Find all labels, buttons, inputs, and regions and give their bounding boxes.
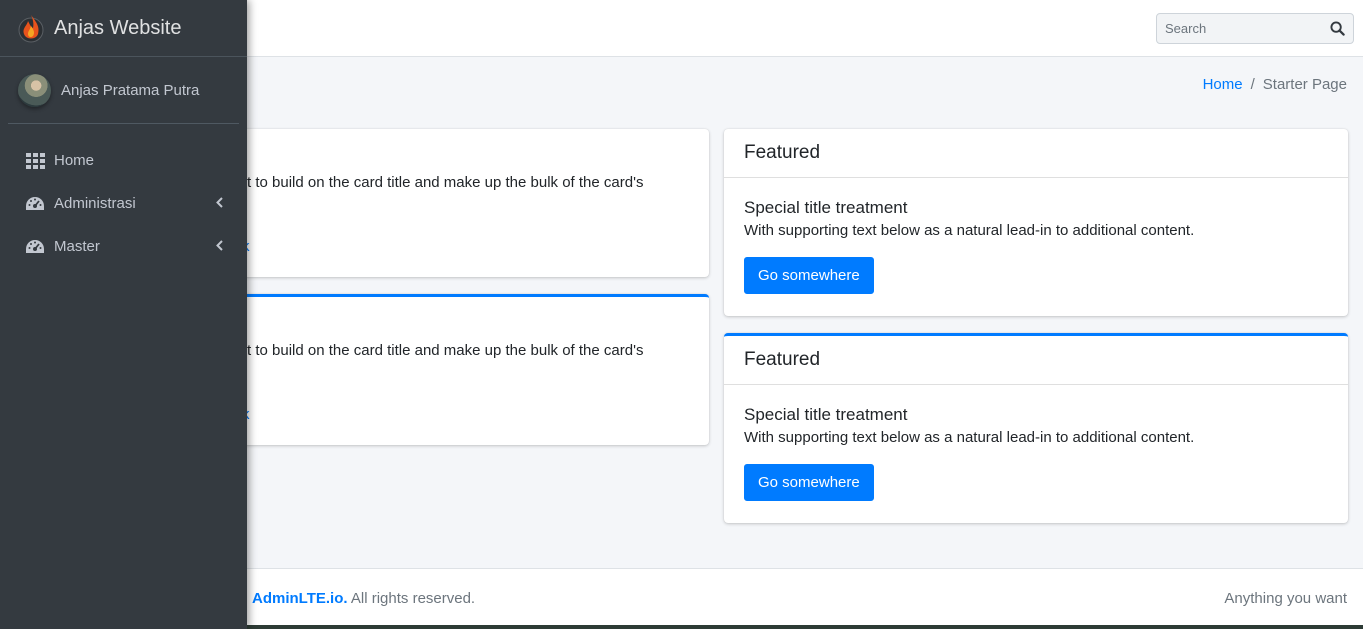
sidebar-item-label: Master — [54, 238, 100, 255]
breadcrumb-home-link[interactable]: Home — [1203, 76, 1243, 93]
chevron-left-icon — [216, 240, 223, 251]
footer-brand-link[interactable]: AdminLTE.io. — [252, 590, 348, 607]
featured-card-1-text: With supporting text below as a natural … — [744, 222, 1195, 239]
breadcrumb-current: Starter Page — [1262, 76, 1347, 93]
tachometer-icon — [25, 196, 45, 212]
footer-copyright: AdminLTE.io. All rights reserved. — [252, 590, 475, 607]
avatar — [18, 73, 51, 107]
footer-right-text: Anything you want — [1224, 590, 1347, 607]
flame-logo-icon — [18, 15, 44, 43]
featured-card-1: Featured Special title treatment With su… — [724, 129, 1348, 316]
featured-card-1-body: Special title treatment With supporting … — [724, 178, 1348, 314]
left-card-2-text: text to build on the card title and make… — [227, 342, 644, 359]
footer-rights-text: All rights reserved. — [347, 590, 476, 607]
brand-text: Anjas Website — [54, 16, 182, 39]
brand-link[interactable]: Anjas Website — [0, 0, 247, 57]
featured-card-2-body: Special title treatment With supporting … — [724, 385, 1348, 521]
sidebar-nav: Home Administrasi Master — [0, 139, 247, 268]
search-input[interactable] — [1157, 14, 1321, 43]
featured-card-2: Featured Special title treatment With su… — [724, 333, 1348, 523]
user-panel: Anjas Pratama Putra — [8, 57, 239, 124]
breadcrumb: Home / Starter Page — [1203, 76, 1347, 93]
featured-card-1-header: Featured — [724, 129, 1348, 178]
go-somewhere-button[interactable]: Go somewhere — [744, 257, 874, 294]
featured-card-2-header: Featured — [724, 336, 1348, 385]
left-card-1-text: text to build on the card title and make… — [227, 174, 644, 191]
search-button[interactable] — [1321, 14, 1353, 43]
tachometer-icon — [25, 239, 45, 255]
grid-icon — [25, 152, 45, 169]
search-icon — [1329, 21, 1345, 36]
featured-card-2-text: With supporting text below as a natural … — [744, 429, 1195, 446]
sidebar-item-home[interactable]: Home — [8, 139, 239, 182]
user-name[interactable]: Anjas Pratama Putra — [61, 82, 199, 99]
chevron-left-icon — [216, 197, 223, 208]
main-sidebar: Anjas Website Anjas Pratama Putra Home A… — [0, 0, 247, 629]
sidebar-item-label: Home — [54, 152, 95, 169]
navbar-search — [1156, 13, 1354, 44]
sidebar-item-master[interactable]: Master — [8, 225, 239, 268]
sidebar-item-administrasi[interactable]: Administrasi — [8, 182, 239, 225]
featured-card-2-title: Special title treatment — [744, 405, 908, 424]
breadcrumb-separator: / — [1250, 76, 1255, 93]
go-somewhere-button[interactable]: Go somewhere — [744, 464, 874, 501]
featured-card-1-title: Special title treatment — [744, 198, 908, 217]
sidebar-item-label: Administrasi — [54, 195, 136, 212]
